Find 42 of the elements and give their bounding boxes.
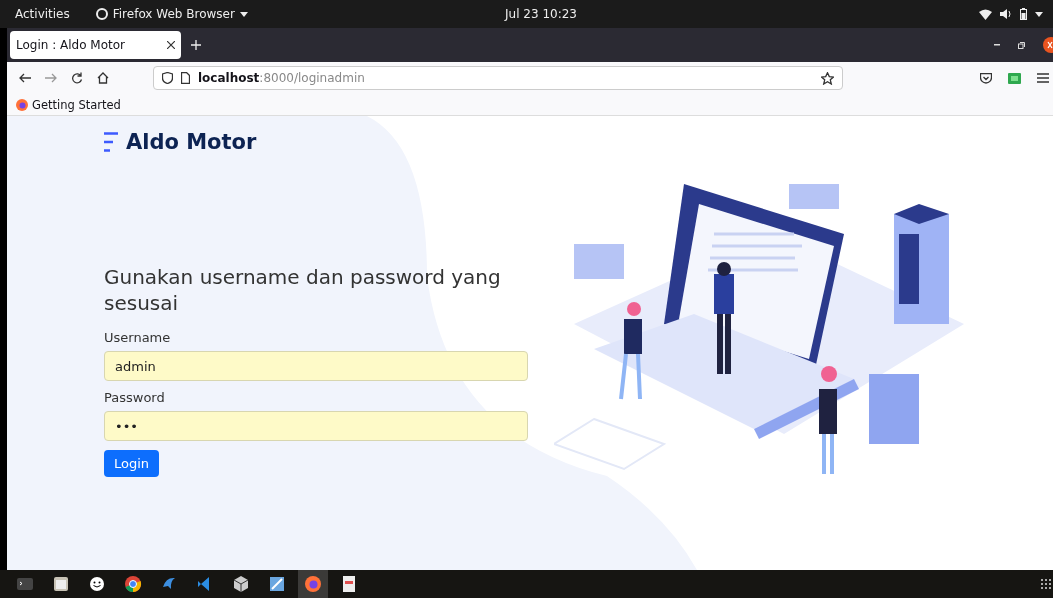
home-icon[interactable] (97, 72, 109, 84)
input-field[interactable]: ••• (104, 411, 528, 441)
terminal-icon (16, 575, 34, 593)
restore-icon[interactable] (1018, 41, 1025, 49)
address-bar[interactable]: localhost:8000/loginadmin (153, 66, 843, 90)
activities-button[interactable]: Activities (15, 7, 70, 21)
forward-arrow-icon[interactable] (45, 73, 57, 83)
pocket-icon[interactable] (980, 72, 992, 84)
new-tab-icon[interactable] (191, 40, 201, 50)
minimize-icon[interactable] (994, 44, 1000, 46)
field-label: Username (104, 330, 172, 345)
box-icon (232, 575, 250, 593)
caret-icon (1035, 11, 1043, 17)
url-text: localhost:8000/loginadmin (198, 71, 366, 85)
app-menu[interactable]: Firefox Web Browser (112, 7, 235, 21)
smiley-icon (88, 575, 106, 593)
app-grid-icon[interactable] (1041, 579, 1051, 589)
brand-name: Aldo Motor (126, 130, 257, 154)
reload-icon[interactable] (71, 72, 83, 84)
extension-icon[interactable] (1008, 72, 1021, 84)
logo-icon (104, 132, 118, 152)
page-icon (181, 72, 190, 84)
close-icon[interactable] (167, 41, 175, 49)
login-heading: Gunakan username dan password yang sesusai (104, 264, 502, 316)
chrome-icon (124, 575, 142, 593)
shield-icon[interactable] (162, 72, 173, 84)
caret-icon (239, 11, 248, 17)
clock[interactable]: Jul 23 10:23 (505, 7, 577, 21)
star-icon[interactable] (821, 71, 834, 85)
battery-icon (1020, 8, 1027, 20)
back-arrow-icon[interactable] (19, 73, 31, 83)
field-label: Password (104, 390, 166, 405)
bookmark-link[interactable]: Getting Started (32, 97, 121, 112)
login-button[interactable]: Login (104, 450, 160, 477)
files-icon (52, 575, 70, 593)
speaker-icon (1000, 9, 1012, 19)
browser-tab[interactable]: Login : Aldo Motor (10, 31, 181, 59)
document-icon (340, 575, 358, 593)
close-icon[interactable] (1043, 37, 1053, 53)
menu-icon[interactable] (1037, 73, 1049, 83)
wifi-icon (979, 8, 992, 20)
input-field[interactable]: admin (104, 351, 528, 381)
